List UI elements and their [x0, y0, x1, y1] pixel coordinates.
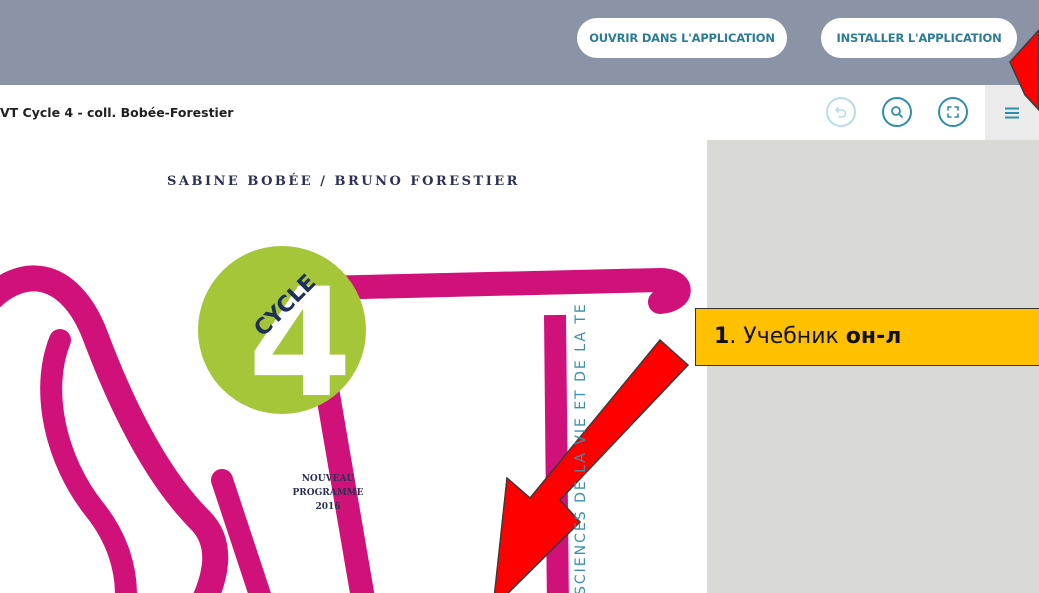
undo-icon	[835, 107, 847, 118]
fullscreen-button[interactable]	[938, 97, 968, 127]
search-icon	[891, 106, 903, 118]
cover-artwork: 4 CYCLE	[0, 246, 691, 593]
book-cover-page: SABINE BOBÉE / BRUNO FORESTIER 4 CYCLE N…	[0, 140, 707, 593]
undo-button[interactable]	[826, 97, 856, 127]
magenta-t-stem	[544, 314, 569, 593]
install-app-button[interactable]: INSTALLER L'APPLICATION	[821, 18, 1017, 58]
search-button[interactable]	[882, 97, 912, 127]
document-title: VT Cycle 4 - coll. Bobée-Forestier	[0, 105, 234, 120]
magenta-v-stroke	[211, 469, 271, 593]
document-toolbar: VT Cycle 4 - coll. Bobée-Forestier	[0, 85, 1039, 140]
app-install-banner: OUVRIR DANS L'APPLICATION INSTALLER L'AP…	[0, 0, 1039, 85]
annotation-callout: 1. Учебник он-л	[695, 308, 1039, 366]
hamburger-menu-icon	[1005, 107, 1019, 118]
document-viewer[interactable]: SABINE BOBÉE / BRUNO FORESTIER 4 CYCLE N…	[0, 140, 1039, 593]
new-program-label: NOUVEAU PROGRAMME 2016	[292, 474, 364, 512]
magenta-t-bar	[308, 267, 691, 314]
fullscreen-icon	[947, 106, 959, 118]
menu-button[interactable]	[985, 85, 1039, 140]
cover-vertical-title: SCIENCES DE LA VIE ET DE LA TERRE	[573, 305, 589, 593]
open-in-app-button[interactable]: OUVRIR DANS L'APPLICATION	[577, 18, 787, 58]
